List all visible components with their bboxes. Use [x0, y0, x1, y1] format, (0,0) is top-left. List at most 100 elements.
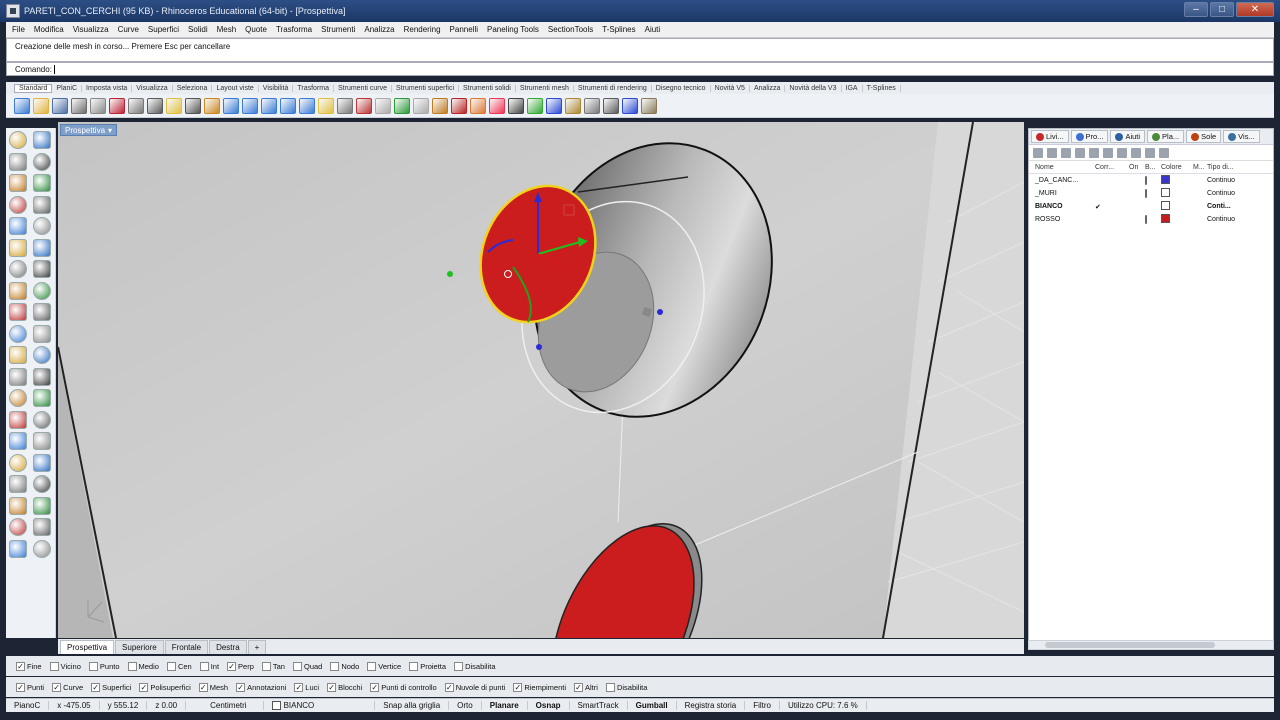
toolbar-tab-strumenti-solidi[interactable]: Strumenti solidi — [459, 84, 516, 92]
checkbox[interactable]: ✓ — [139, 682, 149, 692]
osnap-medio[interactable]: Medio — [127, 661, 159, 671]
osnap-fine[interactable]: ✓ Fine — [16, 661, 42, 671]
filter-icon[interactable] — [1117, 147, 1127, 158]
delete-layer-icon[interactable] — [1061, 147, 1071, 158]
checkbox[interactable]: ✓ — [327, 682, 337, 692]
grid-icon[interactable] — [337, 97, 353, 114]
explode-icon[interactable] — [32, 389, 51, 407]
filter-punti[interactable]: ✓ Punti — [16, 682, 44, 692]
toolbar-tab-planic[interactable]: PlaniC — [52, 84, 83, 92]
toolbar-tab-novit-v5[interactable]: Novità V5 — [711, 84, 750, 92]
cylinder-icon[interactable] — [8, 260, 27, 278]
environment-icon[interactable] — [527, 97, 543, 114]
sphere-icon[interactable] — [8, 238, 27, 257]
close-button[interactable]: ✕ — [1236, 2, 1274, 17]
toolbar-tab-trasforma[interactable]: Trasforma — [293, 84, 334, 92]
toolbar-tab-disegno-tecnico[interactable]: Disegno tecnico — [652, 84, 711, 92]
command-line[interactable]: Comando: — [6, 62, 1274, 76]
layer-lock-cell[interactable] — [1145, 176, 1161, 185]
extrude-icon[interactable] — [32, 260, 51, 278]
checkbox[interactable]: ✓ — [16, 661, 25, 671]
move-parent-icon[interactable] — [1103, 147, 1113, 158]
layer-lock-cell[interactable] — [1145, 189, 1161, 198]
transform-icon[interactable] — [32, 539, 51, 558]
menu-analizza[interactable]: Analizza — [364, 25, 394, 34]
help-icon[interactable] — [622, 97, 638, 114]
menu-strumenti[interactable]: Strumenti — [321, 25, 355, 34]
panel-scrollbar[interactable] — [1028, 640, 1274, 650]
osnap-punto[interactable]: Punto — [88, 661, 120, 671]
checkbox[interactable] — [166, 661, 176, 671]
viewport-tab-frontale[interactable]: Frontale — [164, 640, 209, 654]
menu-curve[interactable]: Curve — [118, 25, 139, 34]
checkbox[interactable] — [454, 661, 464, 671]
copy-icon[interactable] — [128, 97, 144, 114]
curve-icon[interactable] — [8, 217, 27, 235]
toolbar-tab-seleziona[interactable]: Seleziona — [173, 84, 213, 92]
column-header-on[interactable]: On — [1129, 164, 1145, 171]
layer-linetype[interactable]: Conti... — [1207, 203, 1257, 210]
checkbox[interactable]: ✓ — [198, 682, 208, 692]
filter-superfici[interactable]: ✓ Superfici — [91, 682, 131, 692]
filter-annotazioni[interactable]: ✓ Annotazioni — [236, 682, 286, 692]
checkbox[interactable]: ✓ — [513, 682, 523, 692]
trim-icon[interactable] — [32, 367, 51, 386]
filter-riempimenti[interactable]: ✓ Riempimenti — [513, 682, 566, 692]
column-header-corr[interactable]: Corr... — [1095, 164, 1129, 171]
status-snap-alla-griglia[interactable]: Snap alla griglia — [375, 701, 450, 710]
zoom-in-icon[interactable] — [223, 97, 239, 114]
properties-icon[interactable] — [318, 97, 334, 114]
cplane-icon[interactable] — [603, 97, 619, 114]
zoom-all-icon[interactable] — [299, 97, 315, 114]
toolbar-tab-strumenti-superfici[interactable]: Strumenti superfici — [392, 84, 459, 92]
status-cplane[interactable]: PianoC — [6, 701, 50, 710]
layer-color-cell[interactable] — [1161, 188, 1193, 199]
menu-modifica[interactable]: Modifica — [34, 25, 64, 34]
layer-name[interactable]: _DA_CANC... — [1035, 177, 1095, 184]
block-icon[interactable] — [8, 518, 27, 536]
layer-color-cell[interactable] — [1161, 201, 1193, 212]
column-header-m[interactable]: M... — [1193, 164, 1207, 171]
ellipse-icon[interactable] — [32, 174, 51, 192]
checkbox[interactable]: ✓ — [16, 682, 25, 692]
toolbar-tab-analizza[interactable]: Analizza — [750, 84, 786, 92]
menu-paneling-tools[interactable]: Paneling Tools — [487, 25, 539, 34]
osnap-proietta[interactable]: Proietta — [409, 661, 446, 671]
toolbar-tab-visualizza[interactable]: Visualizza — [132, 84, 173, 92]
filter-nuvole-di-punti[interactable]: ✓ Nuvole di punti — [444, 682, 505, 692]
column-header-colore[interactable]: Colore — [1161, 164, 1193, 171]
line-icon[interactable] — [8, 152, 27, 171]
delete-icon[interactable] — [451, 97, 467, 114]
toolbar-tab-novit-della-v3[interactable]: Novità della V3 — [785, 84, 842, 92]
color-swatch[interactable] — [1161, 175, 1170, 184]
select-point-icon[interactable] — [8, 131, 27, 149]
column-header-nome[interactable]: Nome — [1035, 164, 1095, 171]
checkbox[interactable]: ✓ — [294, 682, 304, 692]
menu-sectiontools[interactable]: SectionTools — [548, 25, 593, 34]
menu-quote[interactable]: Quote — [245, 25, 267, 34]
status-layer[interactable]: BIANCO — [264, 701, 376, 710]
toolbar-tab-strumenti-curve[interactable]: Strumenti curve — [334, 84, 393, 92]
viewport-menu-arrow-icon[interactable]: ▾ — [108, 126, 112, 135]
rhino-app-icon[interactable] — [6, 4, 20, 18]
ungroup-icon[interactable] — [32, 475, 51, 493]
toolbar-tab-strumenti-di-rendering[interactable]: Strumenti di rendering — [574, 84, 652, 92]
print-icon[interactable] — [71, 97, 87, 114]
color-swatch[interactable] — [1161, 201, 1170, 210]
text-icon[interactable] — [32, 346, 51, 364]
osnap-perp[interactable]: ✓ Perp — [227, 661, 254, 671]
checkbox[interactable] — [199, 661, 209, 671]
camera-icon[interactable] — [32, 518, 51, 536]
status-filtro[interactable]: Filtro — [745, 701, 780, 710]
column-header-tipo-di[interactable]: Tipo di... — [1207, 164, 1257, 171]
material-icon[interactable] — [489, 97, 505, 114]
checkbox[interactable] — [292, 661, 302, 671]
color-swatch[interactable] — [1161, 214, 1170, 223]
toolbar-tab-t-splines[interactable]: T-Splines — [863, 84, 901, 92]
scale-icon[interactable] — [32, 432, 51, 450]
lock-icon[interactable] — [1145, 215, 1147, 224]
layer-lock-cell[interactable] — [1145, 215, 1161, 224]
layer-color-cell[interactable] — [1161, 214, 1193, 225]
zoom-extents-icon[interactable] — [261, 97, 277, 114]
group-icon[interactable] — [8, 475, 27, 493]
